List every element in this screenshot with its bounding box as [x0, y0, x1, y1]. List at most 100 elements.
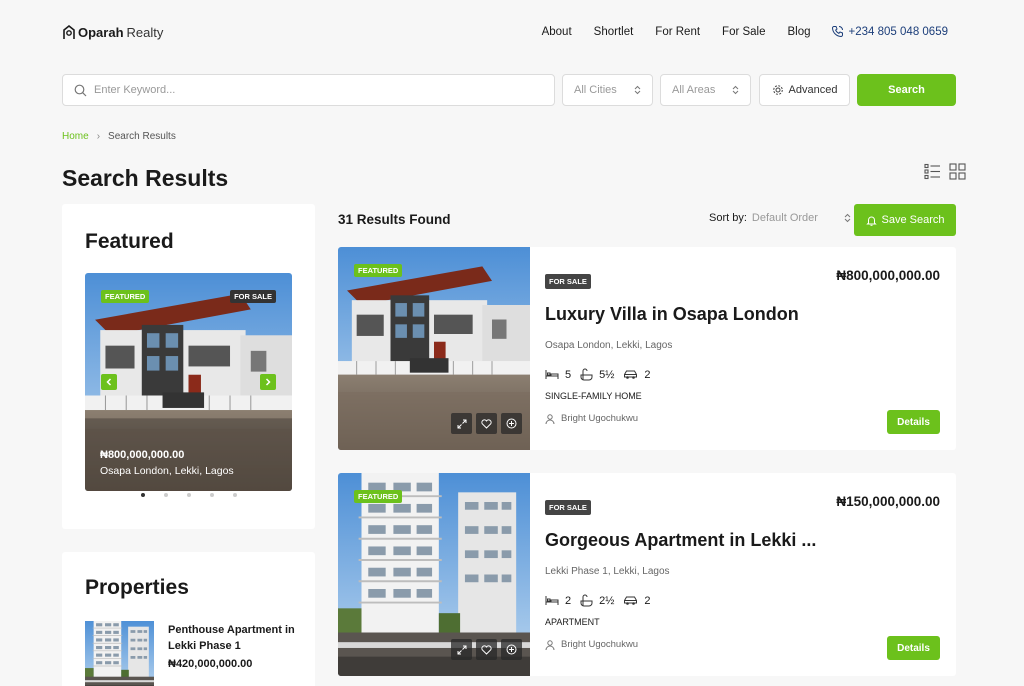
logo-text-light: Realty	[126, 24, 164, 40]
slider-dot[interactable]	[186, 493, 191, 497]
baths-count: 2½	[599, 594, 615, 607]
breadcrumb: Home › Search Results	[62, 131, 176, 142]
property-thumbnail[interactable]	[85, 621, 154, 686]
featured-title: Featured	[85, 230, 174, 253]
listing-location: Lekki Phase 1, Lekki, Lagos	[545, 566, 670, 577]
area-select-value: All Areas	[672, 84, 716, 96]
list-view-icon[interactable]	[924, 163, 941, 185]
featured-badge: FEATURED	[354, 490, 403, 503]
slider-next-button[interactable]	[260, 374, 276, 390]
chevron-right-icon: ›	[96, 131, 101, 142]
bath-icon	[580, 368, 593, 381]
heart-icon	[481, 418, 492, 429]
featured-badge: FEATURED	[354, 264, 403, 277]
nav-about[interactable]: About	[542, 26, 572, 38]
listing-price: ₦800,000,000.00	[836, 268, 940, 283]
plus-circle-icon	[506, 644, 517, 655]
city-select[interactable]: All Cities	[562, 74, 653, 106]
listing-card: FEATURED FOR SALE ₦800,000,000.00 Luxury…	[338, 247, 956, 450]
expand-icon	[457, 645, 466, 654]
nav-for-sale[interactable]: For Sale	[722, 26, 765, 38]
main-nav: About Shortlet For Rent For Sale Blog +2…	[520, 25, 948, 38]
save-search-button[interactable]: Save Search	[854, 204, 956, 236]
chevron-left-icon	[106, 378, 112, 386]
listing-agent[interactable]: Bright Ugochukwu	[545, 639, 638, 650]
user-icon	[545, 639, 555, 650]
page-title: Search Results	[62, 165, 229, 191]
featured-slide[interactable]: FEATURED FOR SALE ₦800,000,000.00 Osapa …	[85, 273, 292, 491]
property-type: SINGLE-FAMILY HOME	[545, 391, 642, 401]
view-toggle	[916, 163, 966, 185]
logo[interactable]: Oparah Realty	[62, 24, 163, 40]
breadcrumb-home[interactable]: Home	[62, 131, 89, 142]
agent-name: Bright Ugochukwu	[561, 639, 639, 650]
featured-location: Osapa London, Lekki, Lagos	[100, 465, 234, 477]
listing-features: 5 5½ 2	[545, 368, 660, 381]
select-arrows-icon	[732, 85, 739, 95]
search-button[interactable]: Search	[857, 74, 956, 106]
property-photo	[85, 621, 154, 686]
keyword-input[interactable]	[94, 84, 514, 96]
expand-button[interactable]	[451, 639, 472, 660]
logo-icon	[63, 24, 75, 39]
listing-features: 2 2½ 2	[545, 594, 660, 607]
nav-shortlet[interactable]: Shortlet	[594, 26, 634, 38]
chevron-right-icon	[265, 378, 271, 386]
compare-button[interactable]	[501, 639, 522, 660]
heart-icon	[481, 644, 492, 655]
phone-link[interactable]: +234 805 048 0659	[831, 25, 948, 38]
nav-for-rent[interactable]: For Rent	[655, 26, 700, 38]
breadcrumb-current: Search Results	[108, 131, 176, 142]
car-icon	[624, 370, 638, 379]
status-badge: FOR SALE	[545, 274, 591, 289]
favorite-button[interactable]	[476, 639, 497, 660]
garages-count: 2	[644, 594, 651, 607]
advanced-label: Advanced	[788, 84, 838, 96]
listing-price: ₦150,000,000.00	[836, 494, 940, 509]
listing-title[interactable]: Gorgeous Apartment in Lekki ...	[545, 530, 816, 551]
property-title[interactable]: Penthouse Apartment in Lekki Phase 1	[168, 622, 298, 654]
bell-icon	[865, 216, 877, 226]
slider-dot[interactable]	[232, 493, 237, 497]
user-icon	[545, 413, 555, 424]
listing-location: Osapa London, Lekki, Lagos	[545, 340, 673, 351]
advanced-button[interactable]: Advanced	[759, 74, 850, 106]
bath-icon	[580, 594, 593, 607]
details-button[interactable]: Details	[887, 410, 940, 434]
properties-title: Properties	[85, 576, 189, 599]
grid-view-icon[interactable]	[949, 163, 966, 185]
nav-blog[interactable]: Blog	[788, 26, 811, 38]
property-type: APARTMENT	[545, 617, 600, 627]
bed-icon	[545, 596, 559, 605]
sort-select[interactable]: Sort by: Default Order	[709, 212, 851, 224]
compare-button[interactable]	[501, 413, 522, 434]
results-count: 31 Results Found	[338, 212, 451, 227]
area-select[interactable]: All Areas	[660, 74, 751, 106]
select-arrows-icon	[634, 85, 641, 95]
expand-button[interactable]	[451, 413, 472, 434]
search-icon	[74, 84, 87, 96]
details-button[interactable]: Details	[887, 636, 940, 660]
property-price: ₦420,000,000.00	[168, 658, 253, 670]
slider-dot[interactable]	[140, 493, 145, 497]
status-badge: FOR SALE	[230, 290, 276, 303]
bed-icon	[545, 370, 559, 379]
slider-dot[interactable]	[163, 493, 168, 497]
listing-title[interactable]: Luxury Villa in Osapa London	[545, 304, 799, 325]
listing-agent[interactable]: Bright Ugochukwu	[545, 413, 638, 424]
beds-count: 2	[565, 594, 572, 607]
slider-dot[interactable]	[209, 493, 214, 497]
baths-count: 5½	[599, 368, 615, 381]
beds-count: 5	[565, 368, 572, 381]
listing-image[interactable]: FEATURED	[338, 473, 530, 676]
plus-circle-icon	[506, 418, 517, 429]
phone-number: +234 805 048 0659	[848, 25, 948, 38]
garages-count: 2	[644, 368, 651, 381]
listing-image[interactable]: FEATURED	[338, 247, 530, 450]
slider-prev-button[interactable]	[101, 374, 117, 390]
sort-value: Default Order	[751, 212, 818, 224]
car-icon	[624, 596, 638, 605]
city-select-value: All Cities	[574, 84, 617, 96]
favorite-button[interactable]	[476, 413, 497, 434]
save-search-label: Save Search	[881, 214, 945, 226]
